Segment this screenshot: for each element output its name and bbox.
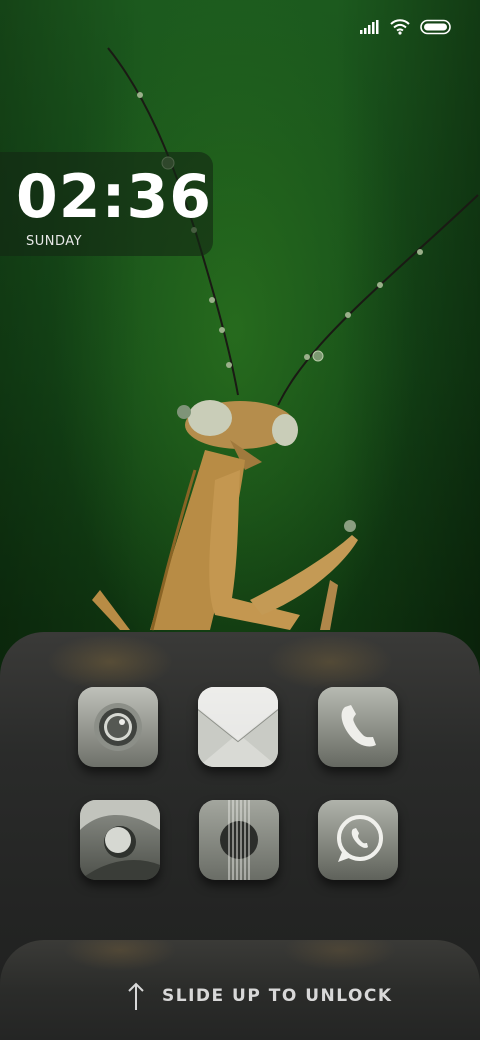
mantis-wallpaper-image (92, 47, 479, 631)
phone-icon (318, 687, 398, 767)
whatsapp-app-icon[interactable] (318, 800, 398, 880)
signal-icon (360, 20, 379, 34)
camera-icon (78, 687, 158, 767)
clock-time: 02:36 (16, 162, 212, 232)
arrow-up-icon (128, 982, 144, 1010)
status-bar (360, 16, 452, 38)
mail-icon (198, 687, 278, 767)
camera-app-icon[interactable] (78, 687, 158, 767)
wifi-icon (390, 19, 410, 35)
clock-day: SUNDAY (26, 234, 83, 249)
phone-app-icon[interactable] (318, 687, 398, 767)
music-app-icon[interactable] (199, 800, 279, 880)
mail-app-icon[interactable] (198, 687, 278, 767)
battery-icon (420, 19, 451, 35)
browser-icon (80, 800, 160, 880)
guitar-icon (199, 800, 279, 880)
unlock-label: SLIDE UP TO UNLOCK (162, 986, 393, 1006)
browser-app-icon[interactable] (80, 800, 160, 880)
whatsapp-icon (318, 800, 398, 880)
